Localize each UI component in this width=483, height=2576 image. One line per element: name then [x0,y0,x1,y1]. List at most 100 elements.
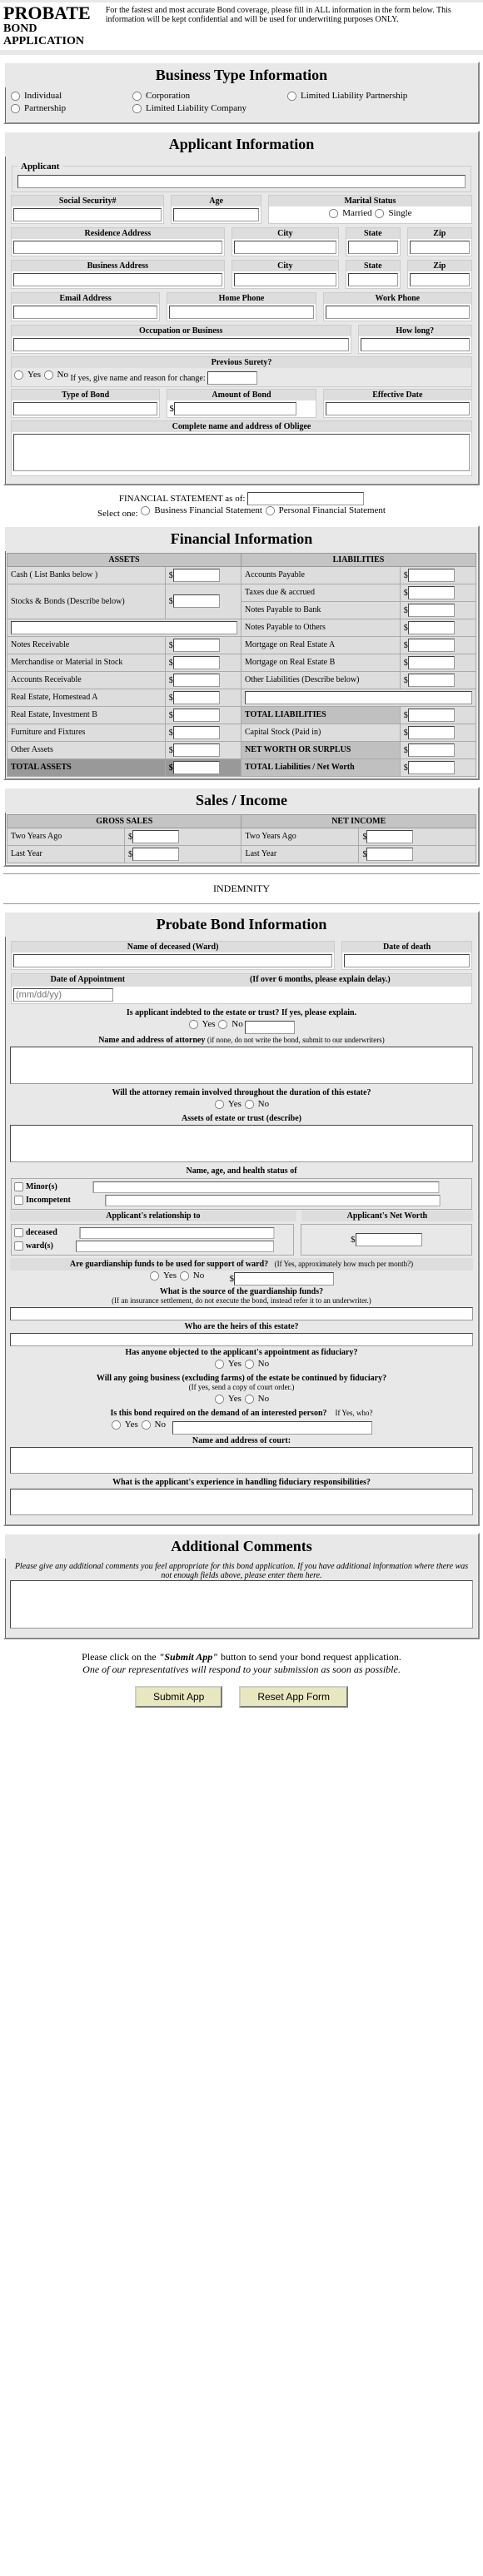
bond-date-input[interactable] [326,402,470,415]
radio-surety-yes[interactable]: Yes [13,370,41,380]
a2-input[interactable] [173,594,220,608]
bus-addr-input[interactable] [13,273,222,286]
rel-deceased-checkbox[interactable] [14,1228,23,1237]
indebted-explain-input[interactable] [245,1021,295,1034]
radio-married[interactable]: Married [328,208,371,219]
net-two-input[interactable] [366,830,413,843]
radio-business-no[interactable]: No [244,1394,269,1405]
addl-textarea[interactable] [10,1580,473,1629]
bus-city-input[interactable] [234,273,336,286]
section-sales: Sales / Income GROSS SALESNET INCOME Two… [3,787,480,867]
submit-button[interactable]: Submit App [135,1686,222,1708]
l2-input[interactable] [408,586,455,599]
work-phone-input[interactable] [326,306,470,319]
bond-amount-input[interactable] [174,402,296,415]
reset-button[interactable]: Reset App Form [239,1686,348,1708]
experience-textarea[interactable] [10,1489,473,1515]
minor-input[interactable] [92,1181,439,1193]
l5-input[interactable] [408,639,455,652]
radio-llc[interactable]: Limited Liability Company [132,103,246,114]
ssn-input[interactable] [13,208,162,221]
l9-input[interactable] [408,743,455,757]
section-title: Applicant Information [5,132,478,157]
a8-input[interactable] [173,726,220,739]
rel-deceased-input[interactable] [79,1227,274,1239]
appt-date-input[interactable] [13,988,113,1002]
ltot-input[interactable] [408,709,455,722]
age-input[interactable] [173,208,258,221]
email-input[interactable] [13,306,157,319]
net-last-input[interactable] [366,848,413,861]
res-city-input[interactable] [234,241,336,254]
radio-object-no[interactable]: No [244,1359,269,1370]
deceased-name-input[interactable] [13,954,332,967]
l3-input[interactable] [408,604,455,617]
l8-input[interactable] [408,726,455,739]
radio-indebted-yes[interactable]: Yes [188,1019,216,1030]
occupation-input[interactable] [13,338,349,351]
res-state-input[interactable] [348,241,398,254]
radio-personal-fs[interactable]: Personal Financial Statement [265,505,386,516]
radio-corporation[interactable]: Corporation [132,91,281,102]
a4-input[interactable] [173,656,220,669]
finstmt-date-input[interactable] [247,492,364,505]
a3-input[interactable] [173,639,220,652]
incompetent-input[interactable] [105,1195,440,1206]
bus-state-input[interactable] [348,273,398,286]
surety-reason-input[interactable] [207,371,257,385]
gross-last-input[interactable] [132,848,179,861]
l7-input[interactable] [408,674,455,687]
a7-input[interactable] [173,709,220,722]
attorney-textarea[interactable] [10,1047,473,1084]
radio-business-fs[interactable]: Business Financial Statement [140,505,262,516]
radio-individual[interactable]: Individual [10,91,127,102]
a9-input[interactable] [173,743,220,757]
radio-demand-yes[interactable]: Yes [111,1420,138,1430]
radio-support-no[interactable]: No [179,1271,204,1281]
l4-input[interactable] [408,621,455,634]
radio-business-yes[interactable]: Yes [214,1394,242,1405]
assets-textarea[interactable] [10,1125,473,1162]
radio-object-yes[interactable]: Yes [214,1359,242,1370]
a1-input[interactable] [173,569,220,582]
bond-type-input[interactable] [13,402,157,415]
applicant-name-input[interactable] [17,175,466,188]
minor-checkbox[interactable] [14,1182,23,1191]
networth-input[interactable] [356,1233,422,1246]
section-title: Financial Information [5,527,478,551]
res-addr-input[interactable] [13,241,222,254]
radio-single[interactable]: Single [374,208,411,219]
bus-zip-input[interactable] [410,273,470,286]
radio-llp[interactable]: Limited Liability Partnership [286,91,407,102]
radio-atty-no[interactable]: No [244,1099,269,1110]
source-input[interactable] [10,1307,473,1320]
l7-desc-input[interactable] [245,691,472,704]
radio-indebted-no[interactable]: No [217,1019,242,1030]
support-amt-input[interactable] [234,1272,334,1286]
sales-table: GROSS SALESNET INCOME Two Years Ago$Two … [7,814,476,863]
at-input[interactable] [173,761,220,774]
radio-support-yes[interactable]: Yes [149,1271,177,1281]
l6-input[interactable] [408,656,455,669]
res-zip-input[interactable] [410,241,470,254]
incompetent-checkbox[interactable] [14,1196,23,1205]
court-textarea[interactable] [10,1447,473,1474]
a5-input[interactable] [173,674,220,687]
radio-atty-yes[interactable]: Yes [214,1099,242,1110]
radio-surety-no[interactable]: No [43,370,68,380]
gross-two-input[interactable] [132,830,179,843]
a2-desc-input[interactable] [11,621,237,634]
obligee-textarea[interactable] [13,434,470,471]
rel-ward-checkbox[interactable] [14,1241,23,1251]
rel-ward-input[interactable] [76,1241,274,1252]
home-phone-input[interactable] [169,306,313,319]
lt-input[interactable] [408,761,455,774]
demand-who-input[interactable] [172,1421,372,1435]
howlong-input[interactable] [361,338,471,351]
l1-input[interactable] [408,569,455,582]
radio-partnership[interactable]: Partnership [10,103,127,114]
a6-input[interactable] [173,691,220,704]
death-date-input[interactable] [344,954,470,967]
radio-demand-no[interactable]: No [141,1420,166,1430]
heirs-input[interactable] [10,1333,473,1346]
